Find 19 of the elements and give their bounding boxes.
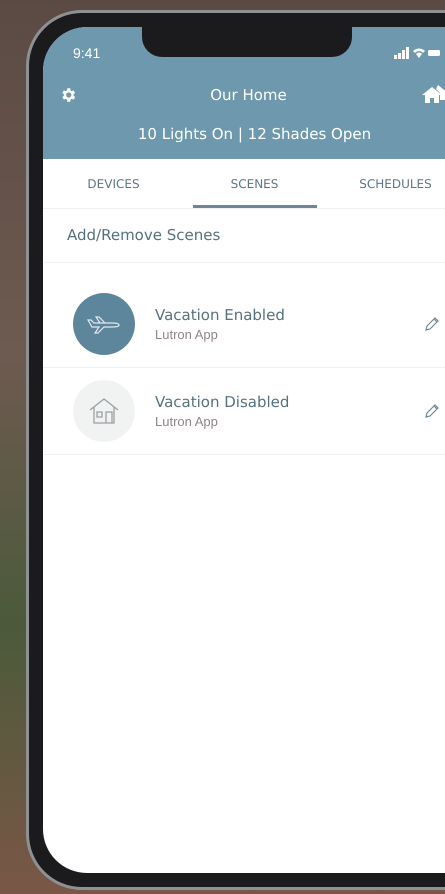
scene-source: Lutron App xyxy=(155,414,219,429)
scene-name: Vacation Disabled xyxy=(155,393,290,411)
tab[interactable]: DEVICES xyxy=(52,159,176,208)
edit-icon[interactable] xyxy=(424,403,440,419)
scene-row[interactable]: Vacation Disabled Lutron App xyxy=(43,368,445,455)
status-time: 9:41 xyxy=(73,45,100,61)
homes-icon[interactable] xyxy=(420,85,445,105)
airplane-icon xyxy=(86,314,122,334)
scene-source: Lutron App xyxy=(155,327,219,342)
tab[interactable]: SCHEDULES xyxy=(334,159,445,208)
add-remove-scenes-link[interactable]: Add/Remove Scenes xyxy=(67,226,220,244)
status-icons xyxy=(394,47,440,59)
scene-row[interactable]: Vacation Enabled Lutron App xyxy=(43,281,445,368)
tab[interactable]: SCENES xyxy=(192,159,316,208)
home-title: Our Home xyxy=(210,86,287,104)
home-summary: 10 Lights On | 12 Shades Open xyxy=(136,125,372,143)
scene-name: Vacation Enabled xyxy=(155,306,286,324)
house-icon xyxy=(87,397,121,425)
edit-icon[interactable] xyxy=(424,316,440,332)
